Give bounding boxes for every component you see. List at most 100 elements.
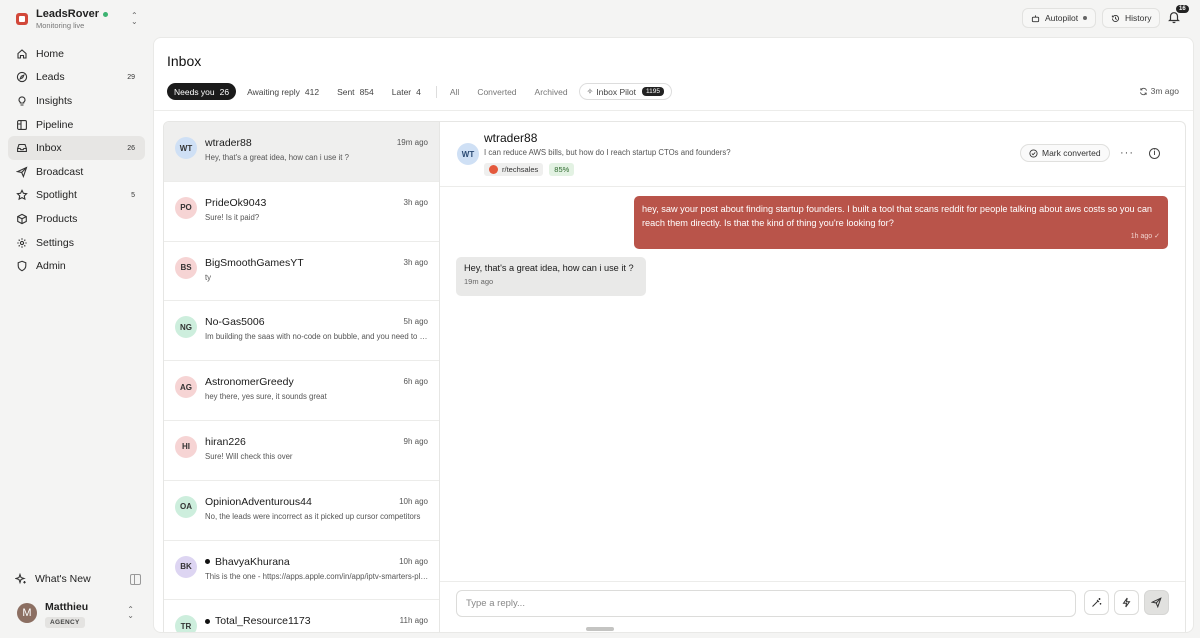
brand-status: Monitoring live — [36, 21, 85, 30]
chevron-updown-icon[interactable]: ⌃ ⌄ — [131, 12, 138, 26]
conversation-name: hiran226 — [205, 436, 246, 448]
conversation-row[interactable]: HI hiran226 9h ago Sure! Will check this ov… — [164, 421, 439, 481]
sidebar-item-inbox[interactable]: Inbox 26 — [8, 136, 145, 160]
reply-input[interactable] — [456, 590, 1076, 617]
sidebar-item-leads[interactable]: Leads 29 — [8, 66, 145, 90]
tab-label: Archived — [534, 86, 568, 97]
conversation-name: BhavyaKhurana — [205, 556, 290, 568]
conversation-row[interactable]: NG No-Gas5006 5h ago Im building the saas w… — [164, 301, 439, 362]
history-button[interactable]: History — [1102, 8, 1161, 28]
tab-label: Awaiting reply — [247, 86, 300, 97]
conversation-name: BigSmoothGamesYT — [205, 257, 304, 269]
refresh-button[interactable]: 3m ago — [1139, 86, 1179, 96]
tab-needs-you[interactable]: Needs you 26 — [167, 83, 237, 100]
sidebar-item-products[interactable]: Products — [8, 207, 145, 231]
tab-count: 4 — [416, 86, 421, 97]
history-icon — [1111, 14, 1119, 22]
conversation-preview: Hey, that's a great idea, how can i use … — [205, 153, 349, 162]
sidebar-item-pipeline[interactable]: Pipeline — [8, 113, 145, 137]
tab-awaiting-reply[interactable]: Awaiting reply 412 — [240, 83, 326, 100]
workspace-switcher[interactable]: LeadsRover Monitoring live — [16, 8, 108, 30]
conversation-time: 10h ago — [399, 496, 428, 506]
sidebar-item-home[interactable]: Home — [8, 42, 145, 66]
spotlight-count-badge: 5 — [131, 191, 135, 199]
inbox-pilot-button[interactable]: ✧ Inbox Pilot 1195 — [578, 83, 672, 100]
notification-count-badge: 16 — [1176, 5, 1189, 13]
conversation-row[interactable]: BS BigSmoothGamesYT 3h ago ty — [164, 242, 439, 302]
user-menu[interactable]: M Matthieu AGENCY ⌃ ⌄ — [17, 601, 137, 628]
autopilot-label: Autopilot — [1045, 13, 1079, 23]
conversation-preview: This is the one - https://apps.apple.com… — [205, 571, 430, 581]
message-text: Hey, that's a great idea, how can i use … — [464, 263, 634, 273]
history-label: History — [1125, 13, 1152, 23]
sidebar-item-insights[interactable]: Insights — [8, 89, 145, 113]
conversation-row[interactable]: PO PrideOk9043 3h ago Sure! Is it paid? — [164, 182, 439, 242]
sidebar-item-label: Settings — [36, 236, 74, 249]
contact-name: No-Gas5006 — [205, 316, 265, 329]
gear-icon — [16, 237, 28, 249]
conversation-row[interactable]: AG AstronomerGreedy 6h ago hey there, yes s… — [164, 361, 439, 421]
conversation-name: OpinionAdventurous44 — [205, 496, 312, 508]
live-status-dot — [102, 11, 108, 17]
conversation-time: 3h ago — [403, 197, 428, 207]
sidebar-item-settings[interactable]: Settings — [8, 231, 145, 255]
tab-count: 412 — [304, 86, 320, 97]
more-icon[interactable]: ··· — [1120, 148, 1134, 159]
autopilot-button[interactable]: Autopilot — [1022, 8, 1097, 28]
tab-later[interactable]: Later 4 — [385, 83, 428, 100]
sidebar-item-broadcast[interactable]: Broadcast — [8, 160, 145, 184]
mark-converted-button[interactable]: Mark converted — [1020, 144, 1110, 162]
message-time: 1h ago — [1130, 233, 1153, 240]
contact-name: hiran226 — [205, 435, 246, 448]
mark-converted-label: Mark converted — [1042, 148, 1101, 158]
conversation-time: 3h ago — [403, 257, 428, 267]
tab-sent[interactable]: Sent 854 — [330, 83, 381, 100]
subreddit-name: r/techsales — [502, 165, 539, 174]
conversation-list[interactable]: WT wtrader88 19m ago Hey, that's a great id… — [163, 121, 440, 632]
sidebar-item-spotlight[interactable]: Spotlight 5 — [8, 184, 145, 208]
conversation-row[interactable]: WT wtrader88 19m ago Hey, that's a great id… — [164, 122, 439, 182]
conversation-name: wtrader88 — [205, 137, 252, 149]
tab-all[interactable]: All — [443, 83, 466, 100]
tab-archived[interactable]: Archived — [528, 83, 575, 100]
subreddit-tag[interactable]: r/techsales — [484, 163, 544, 176]
avatar: BS — [175, 256, 197, 279]
incoming-message: Hey, that's a great idea, how can i use … — [456, 257, 646, 296]
sidebar-item-label: Leads — [36, 71, 65, 84]
tab-converted[interactable]: Converted — [470, 83, 523, 100]
send-icon — [1151, 597, 1162, 608]
reddit-icon — [489, 165, 498, 174]
avatar: M — [17, 603, 37, 623]
send-button[interactable] — [1144, 590, 1169, 615]
conversation-row[interactable]: BK BhavyaKhurana 10h ago This is the one - … — [164, 541, 439, 601]
tab-label: All — [449, 86, 460, 97]
message-text: hey, saw your post about finding startup… — [642, 204, 1153, 228]
chevron-updown-icon[interactable]: ⌃ ⌄ — [127, 606, 134, 620]
sidebar-item-label: Inbox — [36, 142, 62, 155]
tab-label: Needs you — [174, 86, 215, 97]
home-icon — [16, 48, 28, 60]
robot-icon — [1031, 14, 1040, 22]
info-icon[interactable]: i — [1149, 148, 1160, 159]
ai-draft-button[interactable] — [1084, 590, 1109, 615]
sidebar-collapse-icon[interactable] — [130, 574, 141, 585]
conversation-row[interactable]: OA OpinionAdventurous44 10h ago No, the lea… — [164, 481, 439, 541]
unread-dot — [205, 618, 210, 624]
whats-new-button[interactable]: What's New — [15, 573, 141, 585]
sidebar-item-label: Insights — [36, 94, 73, 107]
star-icon — [16, 189, 28, 201]
conversation-time: 6h ago — [403, 377, 428, 387]
conversation-time: 10h ago — [399, 556, 428, 566]
sidebar-item-label: Broadcast — [36, 165, 84, 178]
refresh-icon — [1139, 87, 1147, 95]
conversation-name: No-Gas5006 — [205, 316, 265, 328]
contact-name[interactable]: wtrader88 — [484, 131, 537, 145]
sidebar: LeadsRover Monitoring live ⌃ ⌄ Home Leads… — [0, 0, 153, 638]
autopilot-reply-button[interactable] — [1114, 590, 1139, 615]
sidebar-item-admin[interactable]: Admin — [8, 254, 145, 278]
conversation-row[interactable]: TR Total_Resource1173 11h ago — [164, 600, 439, 632]
avatar: WT — [175, 137, 197, 159]
avatar: PO — [175, 196, 197, 219]
scroll-handle[interactable] — [586, 627, 614, 631]
inbox-panel: Inbox Needs you 26 Awaiting reply 412 Sent… — [153, 37, 1194, 633]
